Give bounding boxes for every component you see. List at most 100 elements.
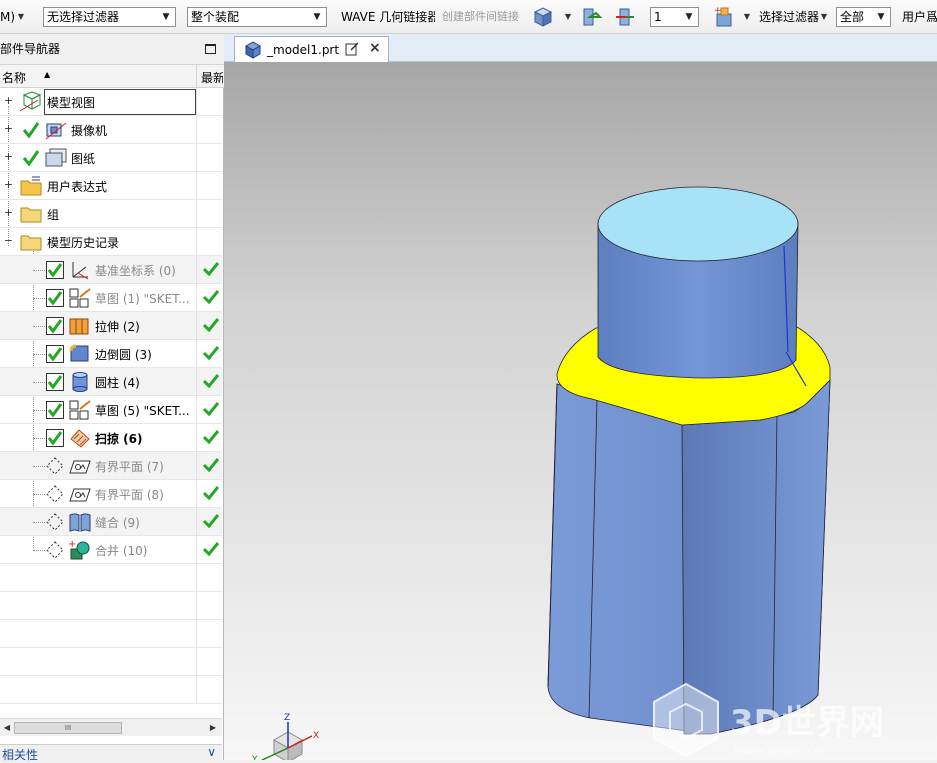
green-check-icon [203, 458, 219, 472]
checkbox-checked-icon[interactable] [46, 317, 64, 335]
cell-divider [196, 172, 197, 200]
copy-to-layer-icon[interactable] [614, 5, 636, 29]
list-item[interactable]: 缝合 (9) [0, 508, 222, 536]
cube-icon[interactable] [532, 5, 554, 29]
cell-divider [196, 452, 197, 480]
selection-filter-arrow[interactable]: ▼ [819, 7, 829, 27]
list-item[interactable]: + 组 [0, 200, 222, 228]
tree-line [33, 354, 45, 355]
dashed-diamond-icon[interactable] [46, 457, 64, 475]
expand-icon[interactable]: + [3, 95, 14, 107]
list-item-label: 模型历史记录 [47, 236, 120, 250]
extrude-icon [69, 318, 89, 335]
interpart-link-button[interactable]: 创建部件间链接 [442, 7, 522, 27]
tree-line [33, 550, 45, 551]
scope-select[interactable]: 全部 ▼ [836, 7, 891, 27]
expressions-folder-icon [20, 176, 42, 196]
chevron-down-icon: ▼ [313, 12, 321, 22]
camera-icon [45, 122, 67, 140]
list-item[interactable]: 基准坐标系 (0) [0, 256, 222, 284]
assembly-filter-select[interactable]: 整个装配 ▼ [187, 7, 327, 27]
green-check-icon [203, 374, 219, 388]
list-item-label: 有界平面 (7) [95, 460, 164, 474]
column-latest-header[interactable]: 最新 [201, 69, 223, 86]
list-item[interactable]: 有界平面 (8) [0, 480, 222, 508]
cell-divider [196, 592, 197, 620]
list-item[interactable]: + 合并 (10) [0, 536, 222, 564]
list-item-label: 边倒圆 (3) [95, 348, 152, 362]
close-icon[interactable]: × [369, 40, 381, 56]
column-name-header[interactable]: 名称 [2, 69, 26, 86]
list-item[interactable]: 草图 (5) "SKET... [0, 396, 222, 424]
model-viewport[interactable]: Z X Y 3D世界网 WWW.3DSJW.COM [224, 62, 937, 760]
list-item[interactable]: 圆柱 (4) [0, 368, 222, 396]
empty-row [0, 676, 222, 704]
list-item[interactable]: + 摄像机 [0, 116, 222, 144]
checkbox-checked-icon[interactable] [46, 401, 64, 419]
add-component-icon[interactable]: + [712, 5, 734, 29]
checkbox-checked-icon[interactable] [46, 429, 64, 447]
expand-icon[interactable]: + [3, 179, 14, 191]
svg-text:+: + [68, 539, 76, 550]
move-to-layer-icon[interactable] [580, 5, 602, 29]
sweep-icon [70, 429, 90, 448]
cell-divider [196, 424, 197, 452]
wave-linker-button[interactable]: WAVE 几何链接器 [341, 7, 435, 27]
dashed-diamond-icon[interactable] [46, 541, 64, 559]
dependencies-panel-header[interactable]: 相关性 ∨ [0, 744, 222, 762]
list-item[interactable]: 草图 (1) "SKET... [0, 284, 222, 312]
list-item[interactable]: 边倒圆 (3) [0, 340, 222, 368]
maximize-icon[interactable] [205, 44, 216, 54]
list-item[interactable]: + 图纸 [0, 144, 222, 172]
list-item[interactable]: + 用户表达式 [0, 172, 222, 200]
collapse-icon[interactable]: − [3, 235, 14, 247]
tree-line [33, 270, 45, 271]
checkbox-checked-icon[interactable] [46, 289, 64, 307]
list-item[interactable]: − 模型历史记录 [0, 228, 222, 256]
triad-z-label: Z [284, 713, 290, 723]
column-divider[interactable] [196, 65, 197, 87]
cell-divider [196, 284, 197, 312]
expand-icon[interactable]: + [3, 123, 14, 135]
checkbox-checked-icon[interactable] [46, 345, 64, 363]
cube-dropdown-arrow[interactable]: ▼ [563, 7, 573, 27]
scroll-right-icon[interactable]: ▶ [207, 722, 219, 734]
expand-icon[interactable]: + [3, 207, 14, 219]
cell-divider [196, 480, 197, 508]
dashed-diamond-icon[interactable] [46, 485, 64, 503]
list-item-label: 模型视图 [47, 96, 96, 110]
user-menu-fragment[interactable]: 用户爲 [902, 7, 937, 27]
document-tab[interactable]: _model1.prt × [234, 36, 389, 62]
selection-filter-label[interactable]: 选择过滤器 [759, 7, 819, 27]
datum-csys-icon [72, 262, 89, 280]
dashed-diamond-icon[interactable] [46, 513, 64, 531]
scroll-left-icon[interactable]: ◀ [1, 722, 13, 734]
expand-icon[interactable]: + [3, 151, 14, 163]
type-filter-select[interactable]: 无选择过滤器 ▼ [43, 7, 176, 27]
horizontal-scrollbar[interactable]: ◀ III ▶ [0, 718, 222, 736]
list-item[interactable]: 扫掠 (6) [0, 424, 222, 452]
watermark-url: WWW.3DSJW.COM [734, 746, 824, 757]
list-item[interactable]: 有界平面 (7) [0, 452, 222, 480]
document-tab-label: _model1.prt [267, 43, 340, 57]
list-item-label: 用户表达式 [47, 180, 108, 194]
chevron-down-icon: ▼ [685, 12, 693, 22]
checkbox-checked-icon[interactable] [46, 261, 64, 279]
chevron-down-icon: ▼ [162, 12, 170, 22]
list-item-label: 基准坐标系 (0) [95, 264, 176, 278]
chevron-down-icon[interactable]: ∨ [207, 745, 216, 759]
cell-divider [196, 116, 197, 144]
cell-divider [196, 396, 197, 424]
layer-select[interactable]: 1 ▼ [650, 7, 699, 27]
add-component-dropdown-arrow[interactable]: ▼ [742, 7, 752, 27]
menu-dropdown-arrow[interactable]: ▼ [16, 7, 26, 27]
list-item[interactable]: 拉伸 (2) [0, 312, 222, 340]
checkbox-checked-icon[interactable] [46, 373, 64, 391]
menu-fragment[interactable]: M) [0, 7, 14, 27]
list-item-label: 图纸 [71, 152, 96, 166]
folder-icon [20, 235, 42, 251]
type-filter-value: 无选择过滤器 [47, 10, 120, 24]
tree-line [33, 326, 45, 327]
list-item[interactable]: + 模型视图 [0, 88, 222, 116]
scroll-thumb[interactable]: III [14, 722, 122, 734]
